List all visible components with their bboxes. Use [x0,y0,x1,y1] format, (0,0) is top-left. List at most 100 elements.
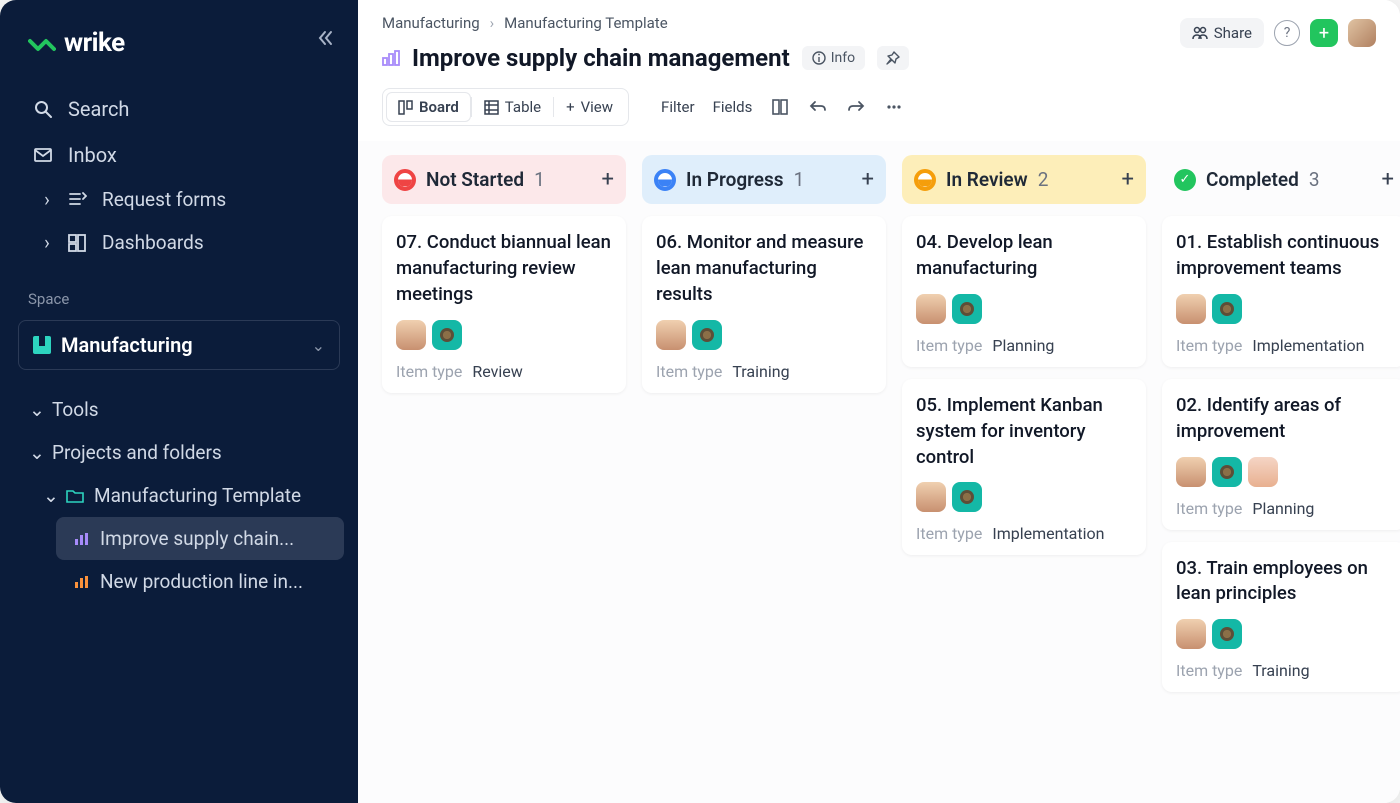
avatar[interactable] [916,482,946,512]
card-title: 07. Conduct biannual lean manufacturing … [396,230,612,308]
avatar[interactable] [952,482,982,512]
avatar[interactable] [692,320,722,350]
status-icon [914,169,936,191]
tree-improve-supply-chain[interactable]: Improve supply chain... [56,517,344,560]
task-card[interactable]: 06. Monitor and measure lean manufacturi… [642,216,886,393]
avatar[interactable] [1212,294,1242,324]
nav-label: Inbox [68,143,117,167]
card-title: 05. Implement Kanban system for inventor… [916,393,1132,471]
column-count: 1 [794,168,805,191]
plus-icon: + [566,98,575,116]
crumb-manufacturing[interactable]: Manufacturing [382,14,480,32]
avatar[interactable] [432,320,462,350]
column-add-button[interactable]: + [862,167,874,192]
column-header[interactable]: In Progress1+ [642,155,886,204]
card-title: 02. Identify areas of improvement [1176,393,1392,445]
board-icon [398,100,413,115]
column-header[interactable]: Not Started1+ [382,155,626,204]
page-title: Improve supply chain management [412,44,790,72]
avatar[interactable] [1248,457,1278,487]
tree-label: Projects and folders [52,441,222,464]
avatar[interactable] [1176,457,1206,487]
avatar[interactable] [916,294,946,324]
meta-label: Item type [1176,661,1242,680]
tree-manufacturing-template[interactable]: ⌄ Manufacturing Template [28,474,344,517]
column-add-button[interactable]: + [1382,167,1394,192]
avatar[interactable] [1176,294,1206,324]
tab-add-view[interactable]: + View [554,92,625,122]
pin-button[interactable] [877,46,909,70]
chevron-right-icon: › [42,188,52,211]
column-add-button[interactable]: + [1122,167,1134,192]
card-meta: Item type Training [656,362,872,381]
task-card[interactable]: 01. Establish continuous improvement tea… [1162,216,1400,367]
more-icon[interactable] [884,97,904,117]
filter-button[interactable]: Filter [661,98,695,116]
tree-new-production-line[interactable]: New production line in... [56,560,344,603]
sidebar: wrike Search Inbox › Request forms [0,0,358,803]
nav-request-forms[interactable]: › Request forms [24,178,344,221]
toolbar-right: Filter Fields [661,97,904,117]
tab-label: Board [419,98,459,116]
column-header[interactable]: In Review2+ [902,155,1146,204]
column-title: Completed [1206,168,1299,191]
fields-button[interactable]: Fields [713,98,753,116]
meta-value: Training [1252,661,1309,680]
avatar[interactable] [1212,457,1242,487]
column-add-button[interactable]: + [602,167,614,192]
tab-label: Table [505,98,541,116]
crumb-template[interactable]: Manufacturing Template [504,14,668,32]
nav-dashboards[interactable]: › Dashboards [24,221,344,264]
expand-icon[interactable] [770,97,790,117]
avatar[interactable] [1176,619,1206,649]
card-title: 01. Establish continuous improvement tea… [1176,230,1392,282]
collapse-sidebar-icon[interactable] [314,28,334,48]
task-card[interactable]: 02. Identify areas of improvementItem ty… [1162,379,1400,530]
assignees [916,482,1132,512]
column-in_review: In Review2+ 04. Develop lean manufacturin… [902,155,1146,785]
space-label: Space [0,272,358,316]
card-meta: Item typeImplementation [1176,336,1392,355]
app-shell: wrike Search Inbox › Request forms [0,0,1400,803]
tree-tools[interactable]: ⌄ Tools [14,388,344,431]
status-icon [654,169,676,191]
avatar[interactable] [396,320,426,350]
nav-inbox[interactable]: Inbox [14,132,344,178]
task-card[interactable]: 03. Train employees on lean principlesIt… [1162,542,1400,693]
meta-label: Item type [656,362,722,381]
nav-primary: Search Inbox › Request forms › Dashboard… [0,78,358,272]
tree-label: Tools [52,398,99,421]
undo-icon[interactable] [808,97,828,117]
add-button[interactable]: + [1310,19,1338,47]
avatar[interactable] [952,294,982,324]
meta-value: Training [732,362,789,381]
tab-table[interactable]: Table [472,92,553,122]
main: Manufacturing › Manufacturing Template S… [358,0,1400,803]
share-button[interactable]: Share [1180,18,1264,48]
nav-search[interactable]: Search [14,86,344,132]
info-button[interactable]: Info [802,46,865,70]
tree-label: Improve supply chain... [100,527,294,550]
chevron-down-icon: ⌄ [312,336,325,355]
redo-icon[interactable] [846,97,866,117]
space-selector[interactable]: Manufacturing ⌄ [18,320,340,370]
top-actions: Share ? + [1180,18,1376,48]
column-count: 3 [1309,168,1320,191]
view-tabs-row: Board Table + View Filter Fields [358,78,1400,141]
task-card[interactable]: 05. Implement Kanban system for inventor… [902,379,1146,556]
task-card[interactable]: 07. Conduct biannual lean manufacturing … [382,216,626,393]
tab-board[interactable]: Board [386,92,471,122]
column-count: 1 [534,168,545,191]
meta-label: Item type [916,336,982,355]
project-icon [74,575,90,589]
column-header[interactable]: ✓Completed3+ [1162,155,1400,204]
help-button[interactable]: ? [1274,20,1300,46]
envelope-icon [32,144,54,166]
column-not_started: Not Started1+07. Conduct biannual lean m… [382,155,626,785]
avatar[interactable] [1212,619,1242,649]
project-icon [382,50,400,66]
avatar[interactable] [656,320,686,350]
tree-projects-folders[interactable]: ⌄ Projects and folders [14,431,344,474]
task-card[interactable]: 04. Develop lean manufacturingItem typeP… [902,216,1146,367]
user-avatar[interactable] [1348,19,1376,47]
